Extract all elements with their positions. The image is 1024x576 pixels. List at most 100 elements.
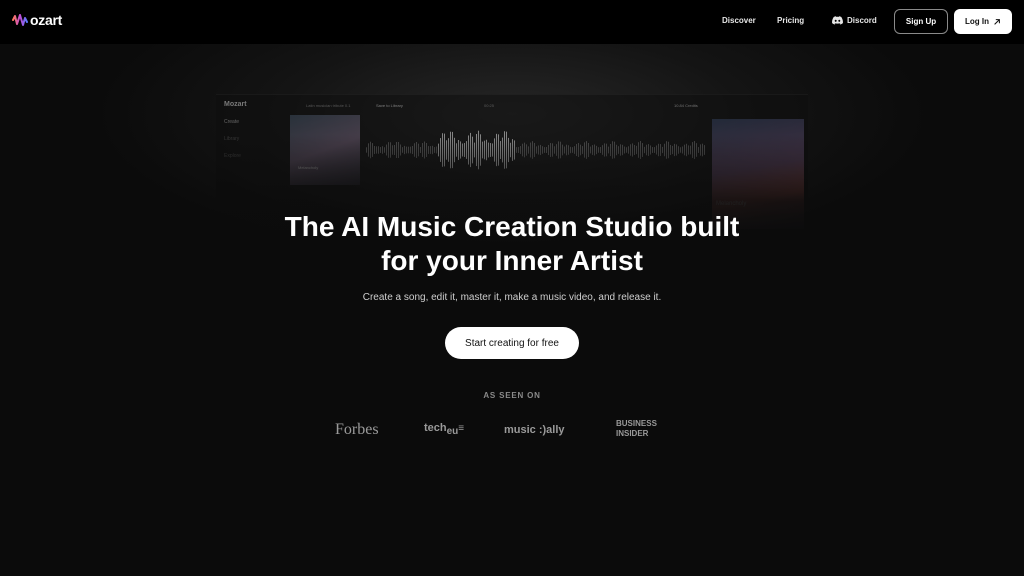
waveform-bar [572, 147, 573, 153]
waveform-bar [694, 141, 695, 159]
start-creating-button[interactable]: Start creating for free [445, 327, 579, 359]
waveform-bar [472, 136, 473, 164]
nav-discord-link[interactable]: Discord [832, 16, 877, 25]
waveform-bar [488, 142, 489, 158]
waveform-bar [372, 143, 373, 157]
waveform-bar [622, 144, 623, 156]
discord-label: Discord [847, 16, 877, 25]
login-label: Log In [965, 17, 989, 26]
waveform-bar [548, 144, 549, 156]
waveform-bar [554, 146, 555, 154]
waveform-bar [386, 144, 387, 156]
waveform-bar [456, 143, 457, 157]
waveform-bar [608, 146, 609, 154]
waveform-bar [428, 146, 429, 154]
waveform-bar [596, 145, 597, 155]
waveform-bar [698, 147, 699, 153]
waveform-bar [582, 146, 583, 154]
waveform-bar [576, 143, 577, 157]
waveform-bar [588, 142, 589, 158]
business-insider-line2: INSIDER [616, 429, 649, 438]
waveform-bar [676, 144, 677, 156]
waveform-bar [652, 147, 653, 153]
mockup-song-title: Latin musician tribute 0.1 [306, 103, 351, 108]
waveform-bar [376, 146, 377, 154]
waveform-bar [612, 141, 613, 159]
waveform-bar [500, 141, 501, 159]
waveform-bar [642, 143, 643, 157]
waveform-bar [404, 145, 405, 155]
waveform-bar [696, 143, 697, 157]
waveform-bar [704, 145, 705, 155]
mockup-sidebar-item: Create [224, 119, 240, 125]
waveform-bar [490, 143, 491, 157]
waveform-bar [566, 144, 567, 156]
tech-eu-main: tech [424, 422, 447, 434]
waveform-bar [426, 143, 427, 157]
login-button[interactable]: Log In [954, 9, 1012, 34]
waveform-bar [454, 137, 455, 163]
waveform-bar [538, 145, 539, 155]
waveform-bar [678, 146, 679, 154]
mockup-sidebar-item: Explore [224, 153, 241, 159]
waveform-bar [438, 143, 439, 157]
waveform-bar [624, 146, 625, 154]
mockup-album-art [290, 115, 360, 185]
waveform-bar [502, 137, 503, 163]
mozart-logo[interactable]: ozart [12, 12, 62, 28]
mozart-logo-icon [12, 14, 28, 26]
waveform-bar [640, 141, 641, 159]
as-seen-on-heading: AS SEEN ON [483, 391, 541, 400]
waveform-bar [644, 146, 645, 154]
waveform-bar [662, 146, 663, 154]
waveform-bar [522, 143, 523, 157]
waveform-bar [618, 146, 619, 154]
mockup-sidebar-item: Library [224, 136, 240, 142]
waveform-bar [432, 145, 433, 155]
waveform-bar [390, 142, 391, 158]
waveform-bar [592, 145, 593, 155]
waveform-bar [398, 142, 399, 158]
waveform-bar [378, 146, 379, 154]
waveform-bar [520, 146, 521, 154]
waveform-bar [646, 144, 647, 156]
tech-eu-sub: eu [446, 426, 459, 438]
mockup-waveform [366, 130, 705, 170]
waveform-bar [466, 141, 467, 159]
waveform-bar [536, 146, 537, 154]
waveform-bar [524, 142, 525, 158]
waveform-bar [504, 131, 505, 169]
waveform-bar [374, 146, 375, 154]
waveform-bar [462, 143, 463, 157]
waveform-bar [550, 143, 551, 157]
signup-button[interactable]: Sign Up [894, 9, 948, 34]
forbes-logo: Forbes [335, 421, 379, 438]
waveform-bar [452, 131, 453, 169]
hero-title: The AI Music Creation Studio built for y… [0, 210, 1024, 278]
waveform-bar [674, 143, 675, 157]
nav-discover-link[interactable]: Discover [722, 16, 756, 25]
nav-pricing-link[interactable]: Pricing [777, 16, 804, 25]
waveform-bar [444, 133, 445, 167]
waveform-bar [540, 144, 541, 156]
waveform-bar [584, 142, 585, 158]
waveform-bar [600, 147, 601, 153]
waveform-bar [632, 143, 633, 157]
waveform-bar [702, 143, 703, 157]
waveform-bar [512, 139, 513, 161]
music-ally-logo: music :)ally [504, 424, 565, 436]
waveform-bar [388, 142, 389, 158]
waveform-bar [668, 141, 669, 159]
waveform-bar [402, 147, 403, 153]
waveform-bar [474, 142, 475, 158]
waveform-bar [626, 147, 627, 153]
waveform-bar [448, 138, 449, 162]
waveform-bar [650, 145, 651, 155]
mockup-sidebar: Create Library Explore [224, 119, 241, 170]
waveform-bar [486, 139, 487, 161]
mockup-credits: 10.84 Credits [674, 103, 698, 108]
waveform-bar [400, 144, 401, 156]
hero-title-line2: for your Inner Artist [381, 245, 643, 276]
waveform-bar [670, 144, 671, 156]
mockup-right-label: Melancholy [716, 201, 747, 207]
